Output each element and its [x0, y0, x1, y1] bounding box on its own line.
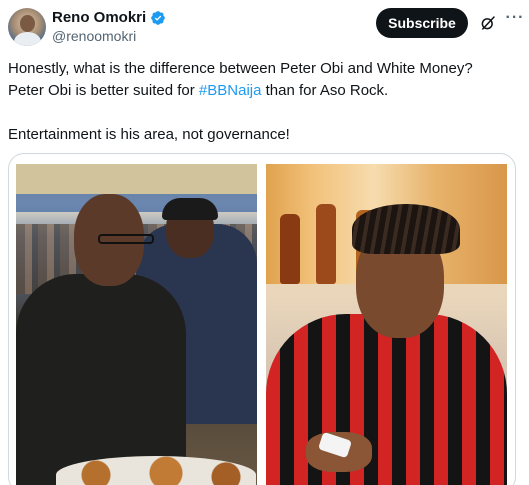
tweet-header: Reno Omokri @renoomokri Subscribe ···: [8, 6, 523, 46]
author-name[interactable]: Reno Omokri: [52, 9, 146, 26]
author-name-row: Reno Omokri: [52, 9, 166, 26]
tweet-line-1: Honestly, what is the difference between…: [8, 60, 473, 77]
cap: [162, 198, 218, 220]
tweet-line-2: Peter Obi is better suited for #BBNaija …: [8, 80, 520, 102]
avatar[interactable]: [8, 8, 46, 46]
photo-right[interactable]: [266, 164, 507, 485]
braided-hair: [352, 204, 460, 254]
striped-shirt: [266, 314, 507, 485]
tweet-text: Honestly, what is the difference between…: [8, 58, 520, 146]
photo-left[interactable]: [16, 164, 257, 485]
verified-badge-icon: [151, 10, 166, 25]
subscribe-button[interactable]: Subscribe: [376, 8, 468, 38]
tweet-line-2-start: Peter Obi is better suited for: [8, 82, 199, 99]
food-plate: [56, 456, 256, 485]
tweet-line-2-end: than for Aso Rock.: [261, 82, 389, 99]
more-icon[interactable]: ···: [505, 10, 525, 31]
bottle: [280, 214, 300, 284]
grok-icon[interactable]: [479, 14, 497, 32]
avatar-face: [20, 15, 35, 32]
tent-roof: [16, 164, 257, 194]
bottle: [316, 204, 336, 284]
avatar-body: [14, 32, 41, 46]
media-container: [8, 153, 516, 485]
man-in-black: [16, 274, 186, 485]
glasses: [98, 234, 154, 244]
tweet-line-3: Entertainment is his area, not governanc…: [8, 126, 290, 143]
hashtag-link[interactable]: #BBNaija: [199, 82, 262, 99]
author-handle[interactable]: @renoomokri: [52, 28, 136, 44]
